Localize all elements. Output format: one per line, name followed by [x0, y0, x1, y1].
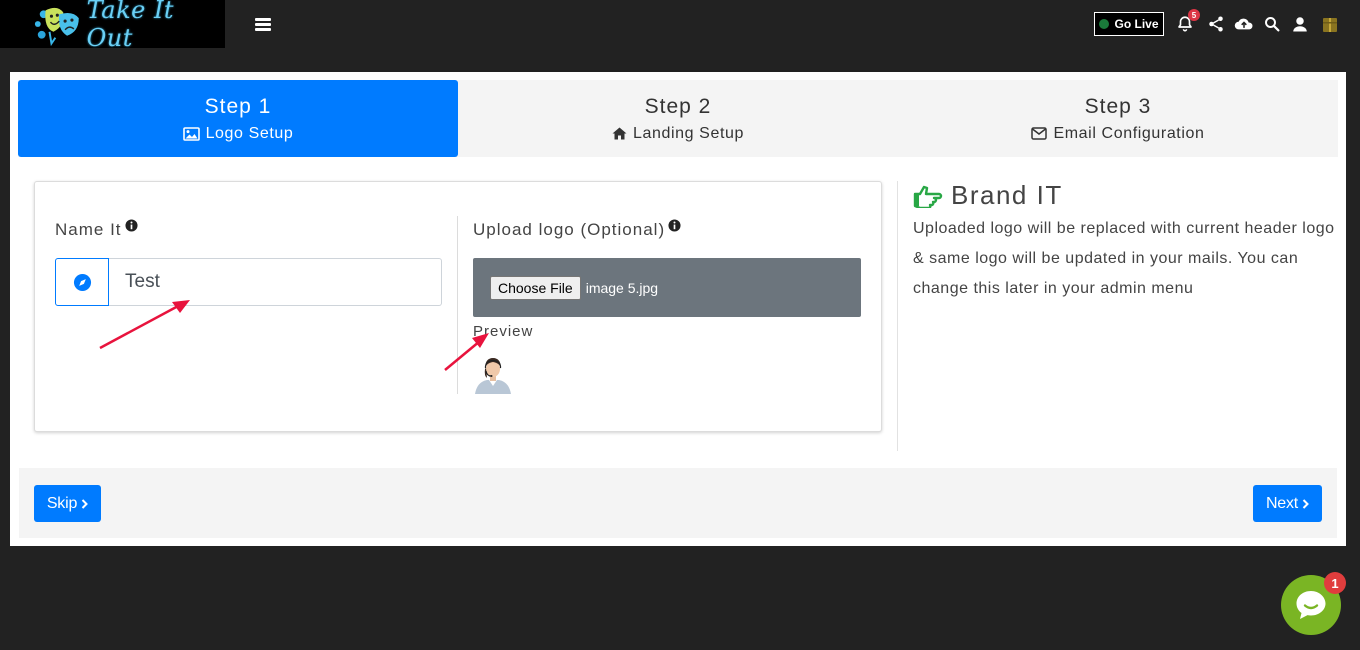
share-icon[interactable]	[1207, 15, 1225, 33]
step-label: Landing Setup	[632, 124, 744, 142]
wizard-footer: Skip Next	[19, 468, 1337, 538]
go-live-label: Go Live	[1114, 17, 1159, 31]
info-circle-icon[interactable]	[668, 219, 681, 232]
image-icon	[182, 126, 200, 141]
chevron-right-icon	[1302, 498, 1309, 509]
tab-step-1[interactable]: Step 1 Logo Setup	[18, 80, 458, 157]
choose-file-button[interactable]: Choose File	[490, 275, 581, 300]
brand-it-heading: Brand IT	[913, 180, 1063, 211]
wizard-panel: Step 1 Logo Setup Step 2 Landing Setup S…	[10, 72, 1346, 546]
cloud-upload-icon[interactable]	[1234, 15, 1254, 33]
next-button[interactable]: Next	[1253, 485, 1322, 522]
step-title: Step 2	[644, 94, 712, 118]
name-input-group	[55, 258, 442, 306]
info-circle-icon[interactable]	[124, 219, 138, 232]
brand-name: Take It Out	[86, 0, 175, 52]
skip-button[interactable]: Skip	[34, 485, 101, 522]
name-it-label: Name It	[55, 219, 138, 240]
name-it-input[interactable]	[109, 258, 442, 306]
user-icon[interactable]	[1291, 15, 1309, 33]
chat-bubble-icon	[1296, 591, 1326, 619]
search-icon[interactable]	[1263, 15, 1281, 33]
support-agent-avatar	[473, 354, 513, 394]
file-upload-input[interactable]: Choose File image 5.jpg	[473, 258, 861, 317]
brand-it-description: Uploaded logo will be replaced with curr…	[913, 220, 1335, 297]
input-prefix	[55, 258, 109, 306]
brand-logo[interactable]: Take It Out	[0, 0, 225, 52]
compass-icon	[73, 273, 91, 291]
upload-logo-label: Upload logo (Optional)	[473, 219, 681, 240]
step-label: Logo Setup	[205, 124, 294, 142]
tab-step-3[interactable]: Step 3 Email Configuration	[898, 80, 1338, 157]
notification-badge: 5	[1188, 9, 1200, 21]
envelope-icon	[1031, 127, 1048, 140]
chevron-right-icon	[81, 498, 89, 509]
preview-label: Preview	[473, 323, 534, 340]
step-title: Step 1	[204, 94, 272, 118]
column-divider	[457, 216, 458, 394]
gift-icon[interactable]	[1322, 15, 1338, 33]
selected-file-name: image 5.jpg	[585, 279, 659, 296]
hand-point-right-icon	[913, 185, 943, 208]
sidebar-divider	[897, 181, 898, 451]
step-label: Email Configuration	[1053, 124, 1205, 142]
logo-preview-image	[473, 354, 513, 394]
wizard-steps: Step 1 Logo Setup Step 2 Landing Setup S…	[18, 80, 1338, 157]
chat-unread-badge: 1	[1324, 572, 1346, 594]
logo-setup-card: Name It Upload logo (Optional) Choose Fi…	[34, 181, 882, 432]
go-live-button[interactable]: Go Live	[1094, 12, 1164, 36]
tab-step-2[interactable]: Step 2 Landing Setup	[458, 80, 898, 157]
home-icon	[612, 127, 627, 140]
theater-masks-logo-icon	[34, 7, 79, 46]
status-dot-icon	[1099, 19, 1110, 29]
top-navbar: Take It Out Go Live 5	[0, 0, 1360, 52]
bars-icon[interactable]	[255, 18, 271, 31]
step-title: Step 3	[1084, 94, 1152, 118]
